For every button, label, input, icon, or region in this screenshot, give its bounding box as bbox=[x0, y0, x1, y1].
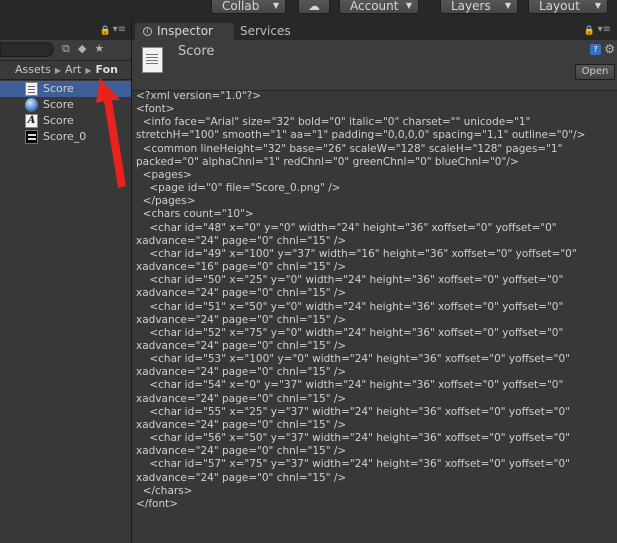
lock-icon[interactable]: 🔒 bbox=[584, 26, 595, 36]
help-icon[interactable]: ? bbox=[590, 44, 601, 55]
inspector-panel: i Inspector Services 🔒 ▾≡ Score ? ⚙ Open… bbox=[132, 20, 617, 543]
texture-icon bbox=[25, 130, 38, 144]
asset-label: Score bbox=[43, 114, 74, 127]
layout-dropdown[interactable]: Layout ▼ bbox=[528, 0, 608, 14]
text-asset-preview: <?xml version="1.0"?> <font> <info face=… bbox=[136, 90, 586, 510]
text-asset-icon bbox=[25, 82, 38, 96]
text-asset-icon bbox=[142, 47, 163, 73]
filter-by-type-icon[interactable]: ⧉ bbox=[62, 42, 78, 55]
breadcrumb-separator-icon: ▶ bbox=[54, 66, 61, 75]
asset-label: Score bbox=[43, 98, 74, 111]
annotation-arrow bbox=[96, 78, 126, 188]
chevron-down-icon: ▼ bbox=[594, 1, 601, 10]
breadcrumb-assets[interactable]: Assets bbox=[15, 63, 51, 76]
layers-dropdown[interactable]: Layers ▼ bbox=[440, 0, 518, 14]
tab-inspector-label: Inspector bbox=[157, 24, 213, 38]
gear-icon[interactable]: ⚙ bbox=[604, 42, 615, 56]
cloud-button[interactable]: ☁ bbox=[298, 0, 330, 14]
layout-label: Layout bbox=[539, 0, 580, 13]
project-tabstrip: 🔒 ▾≡ bbox=[0, 20, 131, 40]
filter-by-label-icon[interactable]: ◆ bbox=[78, 42, 94, 55]
asset-header: Score ? ⚙ Open bbox=[132, 40, 617, 91]
breadcrumb-art[interactable]: Art bbox=[65, 63, 81, 76]
asset-label: Score bbox=[43, 82, 74, 95]
layers-label: Layers bbox=[451, 0, 491, 13]
tab-services[interactable]: Services bbox=[240, 23, 291, 40]
account-label: Account bbox=[350, 0, 399, 13]
panel-menu-icon[interactable]: ▾≡ bbox=[113, 24, 126, 35]
open-button[interactable]: Open bbox=[575, 64, 615, 80]
collab-button[interactable]: Collab ▼ bbox=[211, 0, 286, 14]
favorite-star-icon[interactable]: ★ bbox=[94, 42, 112, 55]
chevron-down-icon: ▼ bbox=[272, 1, 279, 10]
chevron-down-icon: ▼ bbox=[504, 1, 511, 10]
font-asset-icon: A bbox=[25, 114, 38, 128]
info-icon: i bbox=[143, 27, 152, 36]
lock-icon[interactable]: 🔒 bbox=[100, 26, 111, 36]
panel-menu-icon[interactable]: ▾≡ bbox=[598, 24, 611, 35]
inspector-tabstrip: i Inspector Services 🔒 ▾≡ bbox=[132, 20, 617, 40]
cloud-icon: ☁ bbox=[308, 0, 320, 13]
tab-inspector[interactable]: i Inspector bbox=[135, 23, 234, 40]
account-dropdown[interactable]: Account ▼ bbox=[339, 0, 419, 14]
collab-label: Collab bbox=[222, 0, 260, 13]
breadcrumb-fonts[interactable]: Fon bbox=[96, 63, 118, 76]
breadcrumb-separator-icon: ▶ bbox=[85, 66, 92, 75]
material-sphere-icon bbox=[25, 98, 38, 112]
project-search-row: ⧉◆★ bbox=[0, 40, 131, 61]
chevron-down-icon: ▼ bbox=[405, 1, 412, 10]
search-input[interactable] bbox=[0, 42, 54, 57]
top-toolbar: Collab ▼ ☁ Account ▼ Layers ▼ Layout ▼ bbox=[0, 0, 617, 20]
asset-title: Score bbox=[178, 44, 215, 59]
